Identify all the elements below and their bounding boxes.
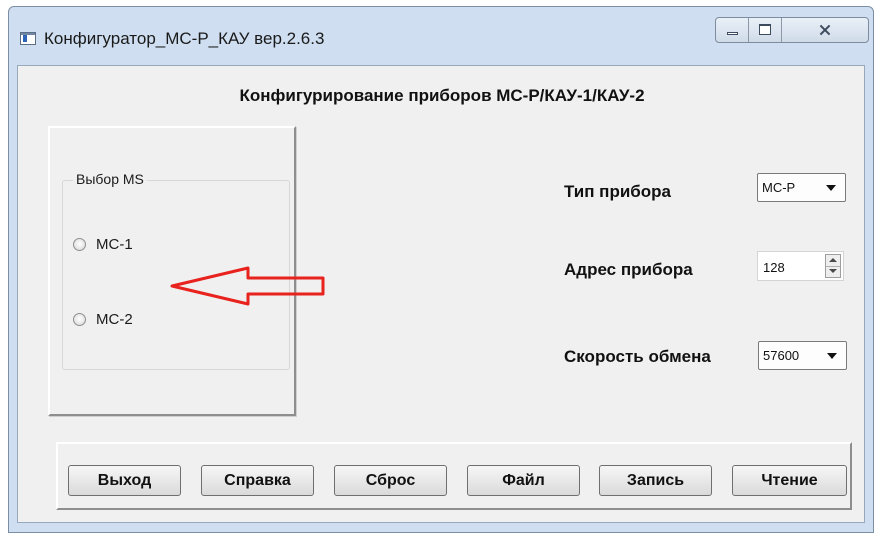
- device-type-value: МС-Р: [762, 180, 796, 195]
- window-title: Конфигуратор_МС-Р_КАУ вер.2.6.3: [44, 29, 325, 48]
- page-title: Конфигурирование приборов МС-Р/КАУ-1/КАУ…: [239, 86, 645, 105]
- exit-button[interactable]: Выход: [68, 465, 181, 496]
- ms-group-label: Выбор MS: [73, 171, 147, 187]
- spin-down-icon[interactable]: [826, 266, 840, 277]
- device-address-label: Адрес прибора: [564, 260, 693, 279]
- app-window: Конфигуратор_МС-Р_КАУ вер.2.6.3 Конфигур…: [8, 6, 874, 533]
- read-button[interactable]: Чтение: [732, 465, 847, 496]
- main-panel: Конфигурирование приборов МС-Р/КАУ-1/КАУ…: [17, 65, 865, 523]
- radio-ms-1[interactable]: МС-1: [73, 236, 133, 253]
- close-icon[interactable]: [782, 18, 868, 42]
- baud-rate-select[interactable]: 57600: [758, 341, 847, 370]
- device-address-spinbox[interactable]: 128: [757, 251, 844, 281]
- baud-rate-label: Скорость обмена: [564, 347, 711, 366]
- window-controls: [715, 17, 869, 43]
- radio-ms-2[interactable]: МС-2: [73, 311, 133, 328]
- device-type-select[interactable]: МС-Р: [757, 173, 846, 202]
- minimize-icon[interactable]: [716, 18, 749, 42]
- app-window-icon: [20, 32, 36, 45]
- title-bar[interactable]: Конфигуратор_МС-Р_КАУ вер.2.6.3: [9, 7, 873, 65]
- red-arrow-annotation: [170, 266, 325, 306]
- chevron-down-icon[interactable]: [826, 184, 836, 191]
- arrow-left-icon: [170, 266, 325, 306]
- device-address-value[interactable]: 128: [763, 260, 785, 275]
- help-button[interactable]: Справка: [201, 465, 314, 496]
- radio-button-icon[interactable]: [73, 238, 86, 251]
- chevron-down-icon[interactable]: [827, 352, 837, 359]
- radio-label: МС-2: [96, 311, 133, 328]
- reset-button[interactable]: Сброс: [334, 465, 447, 496]
- radio-button-icon[interactable]: [73, 313, 86, 326]
- baud-rate-value: 57600: [763, 348, 800, 363]
- device-type-label: Тип прибора: [564, 182, 672, 201]
- button-bar: Выход Справка Сброс Файл Запись Чтение: [56, 442, 852, 510]
- file-button[interactable]: Файл: [467, 465, 580, 496]
- spin-buttons: [825, 254, 841, 278]
- radio-label: МС-1: [96, 236, 133, 253]
- write-button[interactable]: Запись: [599, 465, 712, 496]
- maximize-icon[interactable]: [749, 18, 782, 42]
